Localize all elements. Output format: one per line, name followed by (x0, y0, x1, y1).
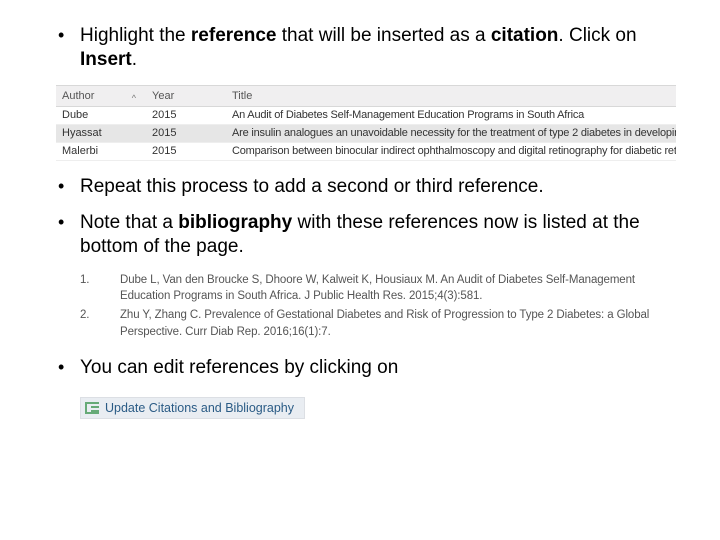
bullet-list: Highlight the reference that will be ins… (56, 24, 680, 420)
reference-table-header: Author ^ Year Title (56, 85, 676, 107)
bullet-highlight-reference: Highlight the reference that will be ins… (56, 24, 680, 73)
bold-insert: Insert (80, 49, 132, 70)
text: Note that a (80, 212, 178, 233)
cell-title: An Audit of Diabetes Self-Management Edu… (226, 109, 676, 121)
text: that will be inserted as a (276, 25, 490, 46)
cell-year: 2015 (146, 127, 226, 139)
text: . (132, 49, 137, 70)
cell-title: Comparison between binocular indirect op… (226, 145, 676, 157)
sort-indicator-icon: ^ (132, 93, 136, 103)
cell-author: Malerbi (56, 145, 146, 157)
bibliography-text: Dube L, Van den Broucke S, Dhoore W, Kal… (120, 272, 680, 305)
bibliography-item: 1. Dube L, Van den Broucke S, Dhoore W, … (80, 272, 680, 305)
col-header-title[interactable]: Title (226, 90, 676, 102)
bibliography-list: 1. Dube L, Van den Broucke S, Dhoore W, … (80, 272, 680, 341)
reference-table: Author ^ Year Title Dube 2015 An Audit o… (56, 85, 676, 161)
slide-content: Highlight the reference that will be ins… (0, 0, 720, 440)
cell-year: 2015 (146, 145, 226, 157)
bibliography-number: 2. (80, 307, 120, 340)
bold-bibliography: bibliography (178, 212, 292, 233)
bullet-edit-references: You can edit references by clicking on (56, 356, 680, 380)
bibliography-item: 2. Zhu Y, Zhang C. Prevalence of Gestati… (80, 307, 680, 340)
bold-citation: citation (491, 25, 559, 46)
col-header-year[interactable]: Year (146, 90, 226, 102)
col-header-label: Author (62, 90, 94, 102)
bold-reference: reference (191, 25, 277, 46)
col-header-author[interactable]: Author ^ (56, 90, 146, 102)
cell-author: Hyassat (56, 127, 146, 139)
table-row[interactable]: Hyassat 2015 Are insulin analogues an un… (56, 125, 676, 143)
cell-author: Dube (56, 109, 146, 121)
update-icon (85, 402, 99, 414)
bibliography-text: Zhu Y, Zhang C. Prevalence of Gestationa… (120, 307, 680, 340)
cell-title: Are insulin analogues an unavoidable nec… (226, 127, 676, 139)
bibliography-number: 1. (80, 272, 120, 305)
update-citations-label: Update Citations and Bibliography (105, 401, 294, 415)
table-row[interactable]: Malerbi 2015 Comparison between binocula… (56, 143, 676, 161)
bullet-repeat-process: Repeat this process to add a second or t… (56, 175, 680, 199)
reference-table-body: Dube 2015 An Audit of Diabetes Self-Mana… (56, 107, 676, 161)
text: . Click on (558, 25, 636, 46)
table-row[interactable]: Dube 2015 An Audit of Diabetes Self-Mana… (56, 107, 676, 125)
bullet-note-bibliography: Note that a bibliography with these refe… (56, 211, 680, 260)
cell-year: 2015 (146, 109, 226, 121)
text: Highlight the (80, 25, 191, 46)
update-citations-button[interactable]: Update Citations and Bibliography (80, 397, 305, 419)
